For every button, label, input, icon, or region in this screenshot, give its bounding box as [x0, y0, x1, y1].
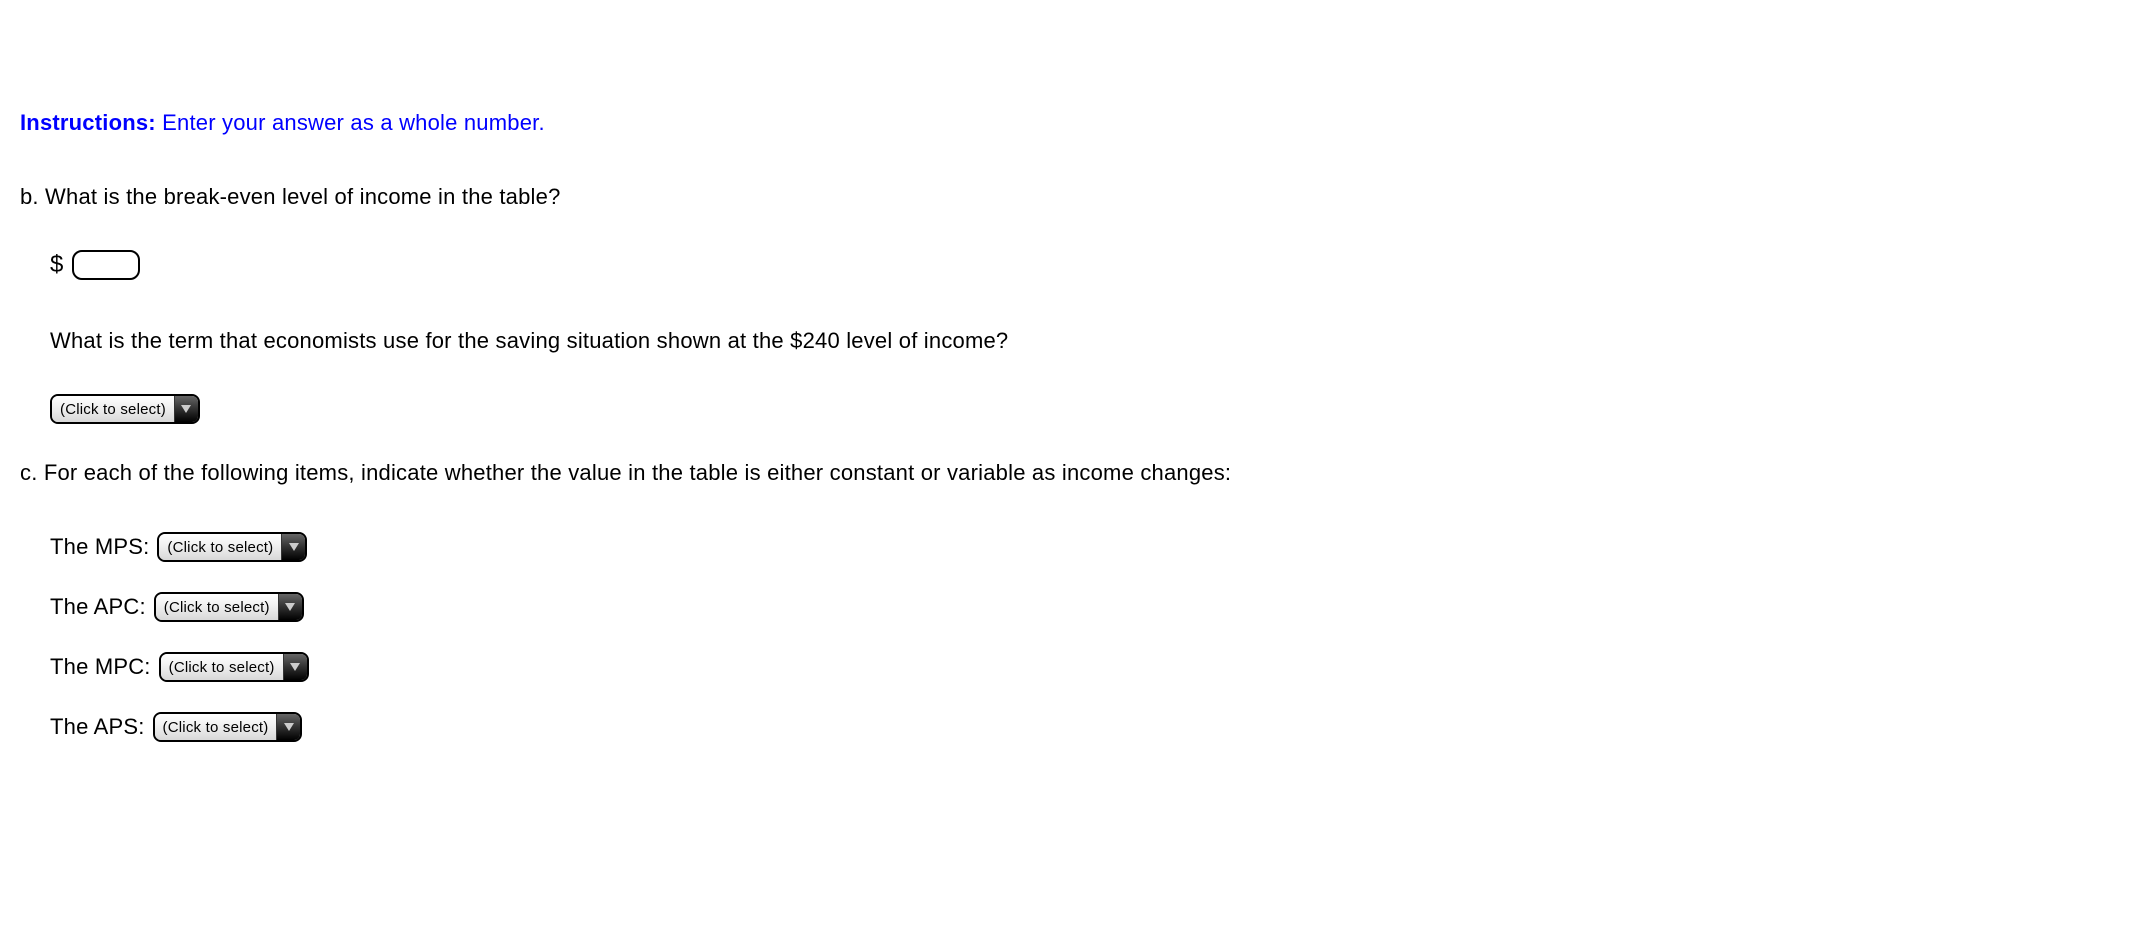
dropdown-placeholder: (Click to select)	[155, 714, 277, 740]
question-b-prompt: b. What is the break-even level of incom…	[20, 184, 2127, 210]
currency-symbol: $	[50, 251, 64, 279]
chevron-down-icon	[174, 396, 198, 422]
mps-dropdown[interactable]: (Click to select)	[157, 532, 307, 562]
dropdown-placeholder: (Click to select)	[159, 534, 281, 560]
dropdown-placeholder: (Click to select)	[52, 396, 174, 422]
question-c-prompt: c. For each of the following items, indi…	[20, 460, 2127, 486]
saving-term-dropdown[interactable]: (Click to select)	[50, 394, 200, 424]
apc-row: The APC: (Click to select)	[50, 592, 2127, 622]
dropdown-placeholder: (Click to select)	[161, 654, 283, 680]
question-b-sub-prompt: What is the term that economists use for…	[50, 328, 2127, 354]
mpc-dropdown[interactable]: (Click to select)	[159, 652, 309, 682]
break-even-input[interactable]	[72, 250, 140, 280]
chevron-down-icon	[281, 534, 305, 560]
dropdown-placeholder: (Click to select)	[156, 594, 278, 620]
mps-label: The MPS:	[50, 534, 149, 560]
chevron-down-icon	[283, 654, 307, 680]
instructions-body: Enter your answer as a whole number.	[162, 110, 545, 135]
chevron-down-icon	[276, 714, 300, 740]
aps-label: The APS:	[50, 714, 145, 740]
chevron-down-icon	[278, 594, 302, 620]
aps-dropdown[interactable]: (Click to select)	[153, 712, 303, 742]
instructions-label: Instructions:	[20, 110, 156, 135]
saving-term-dropdown-row: (Click to select)	[50, 394, 2127, 424]
mps-row: The MPS: (Click to select)	[50, 532, 2127, 562]
instructions-line: Instructions: Enter your answer as a who…	[20, 110, 2127, 136]
aps-row: The APS: (Click to select)	[50, 712, 2127, 742]
mpc-label: The MPC:	[50, 654, 151, 680]
mpc-row: The MPC: (Click to select)	[50, 652, 2127, 682]
apc-label: The APC:	[50, 594, 146, 620]
break-even-input-row: $	[50, 250, 2127, 280]
apc-dropdown[interactable]: (Click to select)	[154, 592, 304, 622]
